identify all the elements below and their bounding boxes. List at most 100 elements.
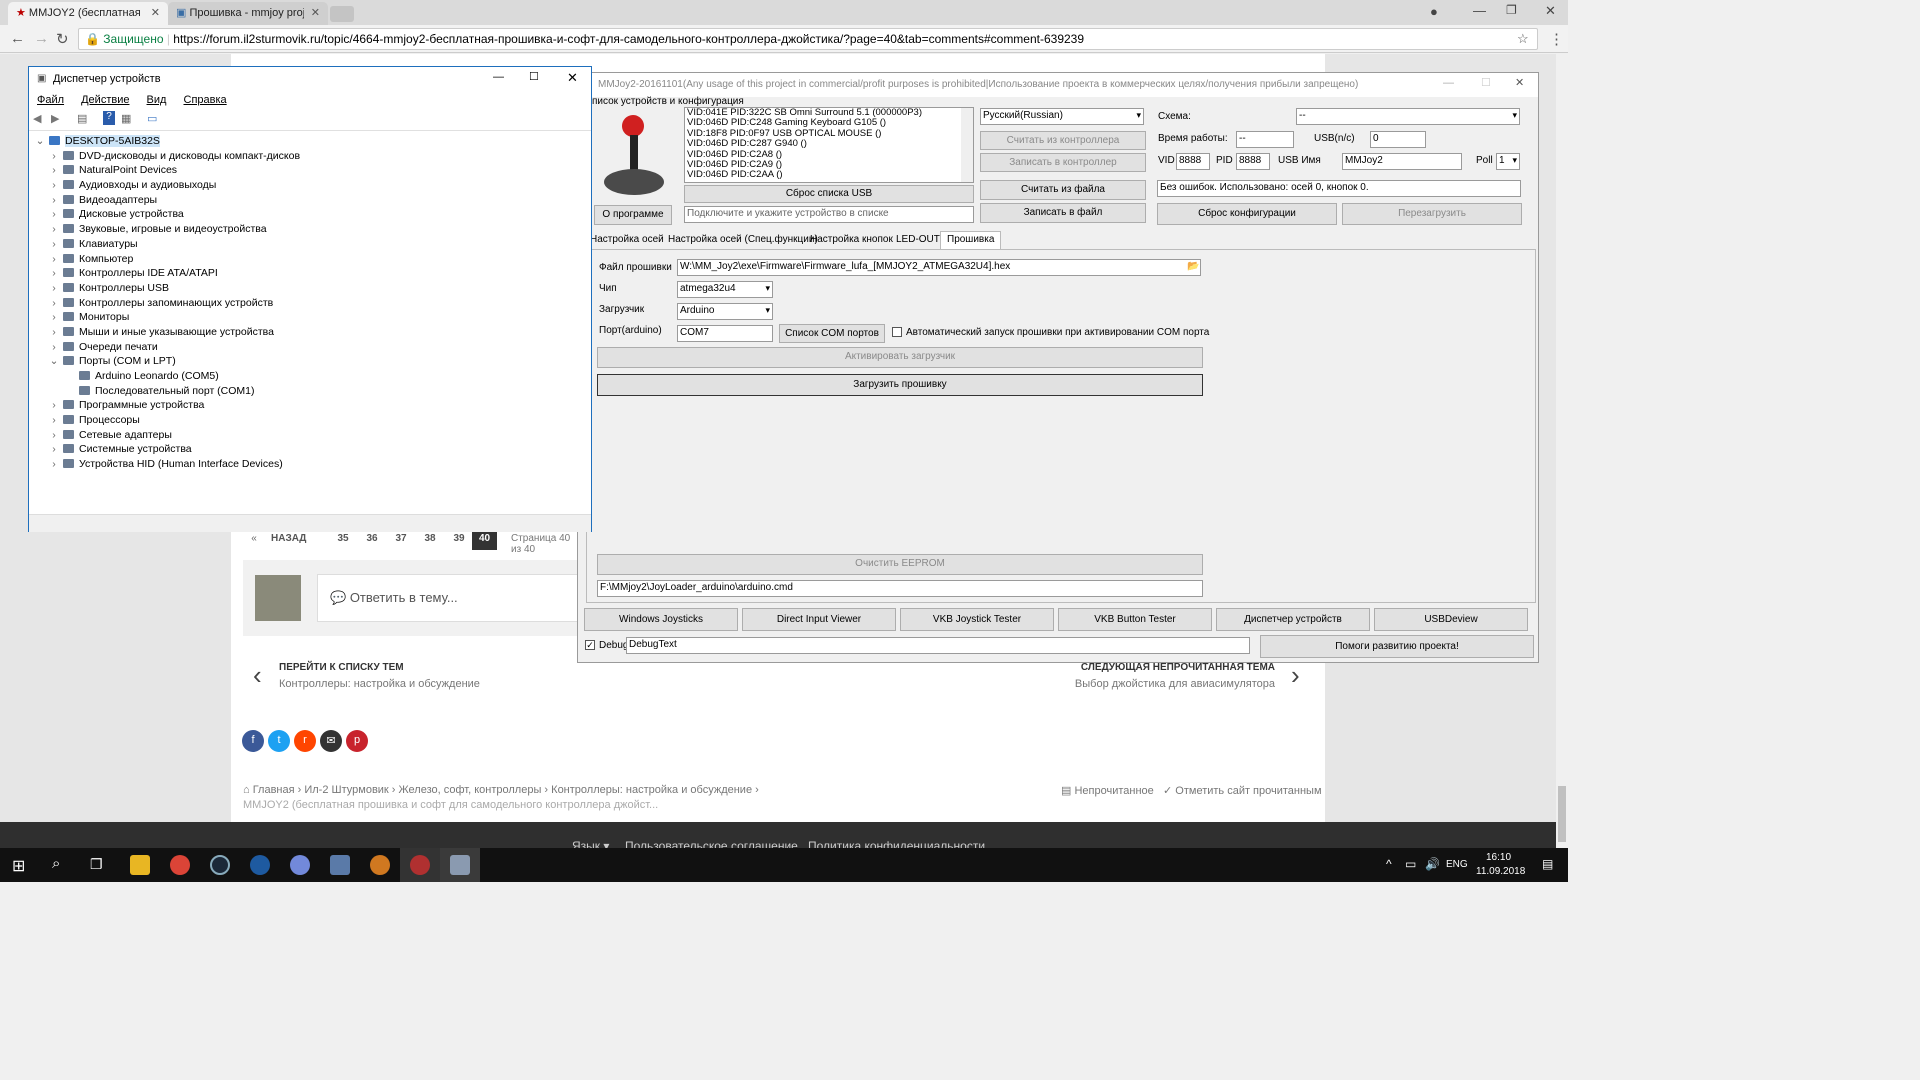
chevron-right-icon[interactable]: › bbox=[47, 208, 61, 220]
usb-name-field[interactable]: MMJoy2 bbox=[1342, 153, 1462, 170]
tree-item[interactable]: › DVD-дисководы и дисководы компакт-диско… bbox=[33, 150, 587, 165]
upload-firmware-button[interactable]: Загрузить прошивку bbox=[597, 374, 1203, 396]
tab-axes[interactable]: Настройка осей bbox=[590, 234, 664, 245]
clock-date[interactable]: 11.09.2018 bbox=[1476, 866, 1525, 877]
profile-icon[interactable]: ● bbox=[1430, 4, 1438, 19]
read-controller-button[interactable]: Считать из контроллера bbox=[980, 131, 1146, 150]
close-icon[interactable]: ✕ bbox=[567, 70, 578, 86]
tree-item[interactable]: › Устройства HID (Human Interface Devices… bbox=[33, 458, 587, 473]
search-icon[interactable]: ⌕ bbox=[52, 855, 60, 872]
volume-icon[interactable]: 🔊 bbox=[1425, 857, 1440, 871]
tree-item[interactable]: › Контроллеры IDE ATA/ATAPI bbox=[33, 267, 587, 282]
browser-tab-active[interactable]: ★ MMJOY2 (бесплатная пр ✕ bbox=[8, 2, 168, 25]
back-icon[interactable]: ← bbox=[10, 30, 25, 47]
usbdeview-button[interactable]: USBDeview bbox=[1374, 608, 1528, 631]
back-icon[interactable]: ◀ bbox=[33, 112, 41, 125]
reboot-button[interactable]: Перезагрузить bbox=[1342, 203, 1522, 225]
tree-item[interactable]: › Видеоадаптеры bbox=[33, 194, 587, 209]
tree-item[interactable]: › Программные устройства bbox=[33, 399, 587, 414]
scheme-select[interactable]: -- bbox=[1296, 108, 1520, 125]
chevron-right-icon[interactable]: › bbox=[47, 179, 61, 191]
cmd-path-field[interactable]: F:\MMjoy2\JoyLoader_arduino\arduino.cmd bbox=[597, 580, 1203, 597]
com-list-button[interactable]: Список COM портов bbox=[779, 324, 885, 343]
task-view-icon[interactable]: ❐ bbox=[90, 856, 103, 873]
browser-tab[interactable]: ▣ Прошивка - mmjoy proje ✕ bbox=[168, 2, 328, 25]
pid-field[interactable]: 8888 bbox=[1236, 153, 1270, 170]
chevron-right-icon[interactable]: › bbox=[47, 341, 61, 353]
port-field[interactable]: COM7 bbox=[677, 325, 773, 342]
chevron-left-icon[interactable]: ‹ bbox=[253, 660, 262, 691]
minimize-icon[interactable]: — bbox=[1443, 77, 1454, 89]
network-icon[interactable]: ▭ bbox=[1405, 857, 1416, 871]
tree-item[interactable]: Arduino Leonardo (COM5) bbox=[33, 370, 587, 385]
chevron-right-icon[interactable]: › bbox=[47, 223, 61, 235]
menu-file[interactable]: Файл bbox=[37, 94, 64, 106]
read-file-button[interactable]: Считать из файла bbox=[980, 180, 1146, 200]
chevron-right-icon[interactable]: › bbox=[1291, 660, 1300, 691]
chevron-right-icon[interactable]: › bbox=[47, 414, 61, 426]
vkb-joystick-tester-button[interactable]: VKB Joystick Tester bbox=[900, 608, 1054, 631]
language-select[interactable]: Русский(Russian) bbox=[980, 108, 1144, 125]
windows-joysticks-button[interactable]: Windows Joysticks bbox=[584, 608, 738, 631]
app-icon[interactable] bbox=[250, 855, 270, 875]
twitter-icon[interactable]: t bbox=[268, 730, 290, 752]
tree-item[interactable]: › Процессоры bbox=[33, 414, 587, 429]
taskbar-mmjoy[interactable] bbox=[400, 848, 440, 882]
tree-item[interactable]: › Дисковые устройства bbox=[33, 208, 587, 223]
chevron-right-icon[interactable]: › bbox=[47, 326, 61, 338]
minimize-icon[interactable]: — bbox=[493, 71, 504, 83]
tree-item[interactable]: ⌄ Порты (COM и LPT) bbox=[33, 355, 587, 370]
vkb-button-tester-button[interactable]: VKB Button Tester bbox=[1058, 608, 1212, 631]
app-window-icon[interactable] bbox=[330, 855, 350, 875]
close-icon[interactable]: ✕ bbox=[1515, 76, 1524, 89]
tab-axes-special[interactable]: Настройка осей (Спец.функции) bbox=[668, 234, 818, 245]
chevron-right-icon[interactable]: › bbox=[47, 429, 61, 441]
tree-item[interactable]: › Компьютер bbox=[33, 253, 587, 268]
chevron-right-icon[interactable]: › bbox=[47, 164, 61, 176]
direct-input-viewer-button[interactable]: Direct Input Viewer bbox=[742, 608, 896, 631]
forward-icon[interactable]: ▶ bbox=[51, 112, 59, 125]
facebook-icon[interactable]: f bbox=[242, 730, 264, 752]
reset-usb-list-button[interactable]: Сброс списка USB bbox=[684, 185, 974, 203]
taskbar-devmgr[interactable] bbox=[440, 848, 480, 882]
prev-topic-label[interactable]: ПЕРЕЙТИ К СПИСКУ ТЕМ bbox=[279, 662, 404, 673]
chevron-right-icon[interactable]: › bbox=[47, 267, 61, 279]
activate-loader-button[interactable]: Активировать загрузчик bbox=[597, 347, 1203, 368]
chevron-right-icon[interactable]: › bbox=[47, 458, 61, 470]
page-scrollbar[interactable] bbox=[1556, 54, 1568, 848]
chevron-right-icon[interactable]: › bbox=[47, 253, 61, 265]
firmware-path-field[interactable]: W:\MM_Joy2\exe\Firmware\Firmware_lufa_[M… bbox=[677, 259, 1201, 276]
clear-eeprom-button[interactable]: Очистить EEPROM bbox=[597, 554, 1203, 575]
help-icon[interactable]: ? bbox=[103, 111, 115, 125]
discord-icon[interactable] bbox=[290, 855, 310, 875]
clock-time[interactable]: 16:10 bbox=[1486, 852, 1511, 863]
notifications-icon[interactable]: ▤ bbox=[1542, 857, 1553, 871]
chevron-right-icon[interactable]: › bbox=[47, 443, 61, 455]
email-icon[interactable]: ✉ bbox=[320, 730, 342, 752]
chevron-right-icon[interactable]: › bbox=[47, 297, 61, 309]
write-controller-button[interactable]: Записать в контроллер bbox=[980, 153, 1146, 172]
menu-dots-icon[interactable]: ⋮ bbox=[1549, 30, 1564, 48]
open-folder-icon[interactable]: 📂 bbox=[1187, 261, 1199, 272]
new-tab-button[interactable] bbox=[330, 6, 354, 22]
restore-icon[interactable]: ❐ bbox=[1506, 3, 1517, 17]
tree-item[interactable]: › Мыши и иные указывающие устройства bbox=[33, 326, 587, 341]
chevron-right-icon[interactable]: › bbox=[47, 282, 61, 294]
maximize-icon[interactable]: ☐ bbox=[1481, 76, 1491, 89]
reset-config-button[interactable]: Сброс конфигурации bbox=[1157, 203, 1337, 225]
chevron-right-icon[interactable]: › bbox=[47, 311, 61, 323]
maximize-icon[interactable]: ☐ bbox=[529, 70, 539, 83]
about-button[interactable]: О программе bbox=[594, 205, 672, 225]
menu-help[interactable]: Справка bbox=[184, 94, 227, 106]
list-item[interactable]: VID:046D PID:C2AA () bbox=[687, 170, 971, 181]
loader-select[interactable]: Arduino bbox=[677, 303, 773, 320]
chrome-icon[interactable] bbox=[170, 855, 190, 875]
chevron-down-icon[interactable]: ⌄ bbox=[33, 135, 47, 147]
close-tab-icon[interactable]: ✕ bbox=[311, 6, 320, 19]
usb-serial-field[interactable]: 0 bbox=[1370, 131, 1426, 148]
chevron-right-icon[interactable]: › bbox=[47, 399, 61, 411]
chevron-right-icon[interactable]: › bbox=[47, 238, 61, 250]
chevron-right-icon[interactable]: › bbox=[47, 194, 61, 206]
auto-flash-checkbox[interactable] bbox=[892, 327, 902, 337]
tree-item[interactable]: › NaturalPoint Devices bbox=[33, 164, 587, 179]
